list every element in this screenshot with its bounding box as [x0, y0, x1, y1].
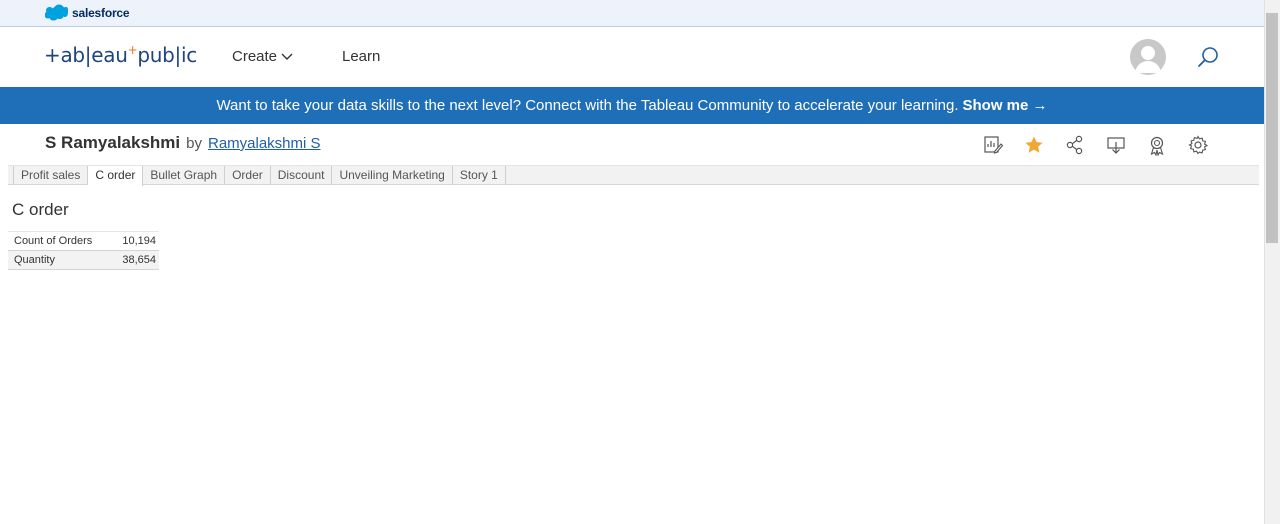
kpi-table: Count of Orders 10,194 Quantity 38,654 — [8, 231, 159, 270]
page-scrollbar-thumb[interactable] — [1266, 13, 1278, 243]
banner-text: Want to take your data skills to the nex… — [216, 97, 959, 114]
avatar-icon[interactable] — [1130, 39, 1166, 75]
table-row[interactable]: Count of Orders 10,194 — [8, 231, 159, 251]
chevron-down-icon — [281, 53, 293, 60]
nav-learn-link[interactable]: Learn — [342, 48, 380, 65]
salesforce-bar: salesforce — [0, 0, 1264, 27]
author-link[interactable]: Ramyalakshmi S — [208, 135, 321, 152]
tab-bullet-graph[interactable]: Bullet Graph — [143, 166, 226, 185]
avatar-silhouette — [1135, 46, 1161, 73]
show-me-link[interactable]: Show me → — [963, 97, 1048, 114]
salesforce-cloud-icon — [45, 4, 68, 21]
row-label: Count of Orders — [8, 231, 111, 251]
nav-create-label: Create — [232, 48, 278, 65]
share-icon[interactable] — [1064, 134, 1086, 156]
nav-create-menu[interactable]: Create — [232, 48, 293, 65]
row-value: 10,194 — [110, 231, 159, 251]
row-label: Quantity — [8, 250, 111, 270]
site-header: +ab|eau+pub|ic Create Learn — [0, 27, 1264, 87]
viz-title: S Ramyalakshmi — [45, 133, 181, 152]
tab-discount[interactable]: Discount — [271, 166, 333, 185]
row-value: 38,654 — [110, 250, 159, 270]
tableau-public-logo[interactable]: +ab|eau+pub|ic — [44, 43, 197, 67]
viz-toolbar — [980, 134, 1212, 156]
salesforce-wordmark: salesforce — [72, 5, 130, 20]
logo-plus: + — [127, 43, 138, 57]
star-icon[interactable] — [1023, 134, 1045, 156]
tableau-public-page: salesforce +ab|eau+pub|ic Create Learn W… — [0, 0, 1280, 524]
download-icon[interactable] — [1105, 134, 1127, 156]
sheet-title: C order — [12, 200, 69, 219]
viz-by-label: by — [186, 135, 202, 152]
community-banner: Want to take your data skills to the nex… — [0, 87, 1264, 124]
salesforce-logo[interactable]: salesforce — [45, 4, 130, 21]
viz-title-row: S Ramyalakshmi by Ramyalakshmi S — [45, 133, 321, 153]
tab-unveiling-marketing[interactable]: Unveiling Marketing — [332, 166, 453, 185]
tab-order[interactable]: Order — [225, 166, 271, 185]
tab-profit-sales[interactable]: Profit sales — [13, 166, 89, 185]
edit-icon[interactable] — [982, 134, 1004, 156]
tab-c-order[interactable]: C order — [88, 166, 144, 186]
tab-story-1[interactable]: Story 1 — [453, 166, 506, 185]
settings-icon[interactable] — [1187, 134, 1209, 156]
logo-text-tableau: +ab|eau — [44, 43, 128, 67]
logo-text-public: pub|ic — [137, 43, 197, 67]
search-icon[interactable] — [1196, 45, 1220, 69]
table-row[interactable]: Quantity 38,654 — [8, 250, 159, 270]
badge-icon[interactable] — [1146, 134, 1168, 156]
sheet-tab-strip: Profit sales C order Bullet Graph Order Disc… — [8, 165, 1259, 186]
sheet-tabs: Profit sales C order Bullet Graph Order Disc… — [13, 166, 506, 186]
